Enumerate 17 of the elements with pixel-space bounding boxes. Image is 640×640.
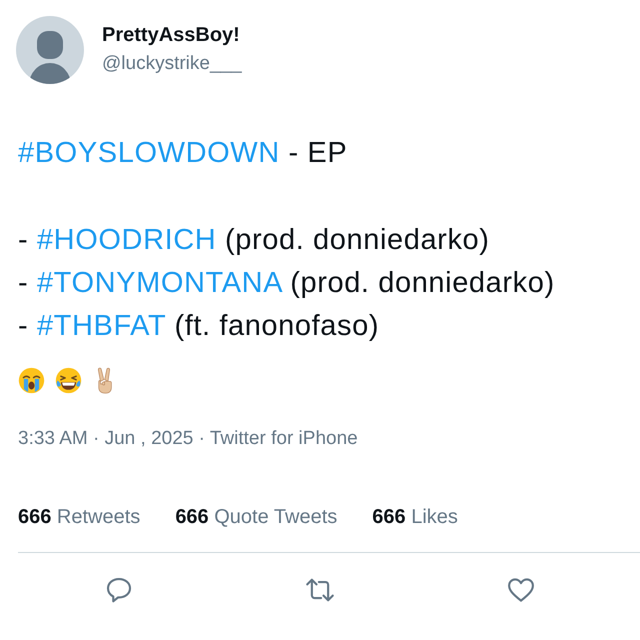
track-line: - #THBFAT (ft. fanonofaso) [18,309,380,344]
stat-link[interactable]: 666 Quote Tweets [175,504,338,530]
avatar-icon[interactable] [16,16,84,84]
laughing-tears-face-icon [55,367,82,394]
tweet-title: #BOYSLOWDOWN - EP [18,136,348,171]
hashtag-link[interactable]: #THBFAT [36,310,166,342]
stat-link[interactable]: 666 Retweets [18,504,140,530]
hashtag-link[interactable]: #BOYSLOWDOWN [18,137,280,169]
crying-face-icon [18,367,45,394]
track-line: - #HOODRICH (prod. donniedarko) [18,223,491,258]
tweet-timestamp: 3:33 AM · Jun , 2025 · Twitter for iPhone [18,427,359,451]
stat-link[interactable]: 666 Likes [372,504,458,530]
track-line: - #TONYMONTANA (prod. donniedarko) [18,266,556,301]
hashtag-link[interactable]: #HOODRICH [36,224,216,256]
author-handle[interactable]: @luckystrike___ [102,52,242,76]
hashtag-link[interactable]: #TONYMONTANA [36,267,282,299]
author-name[interactable]: PrettyAssBoy! [102,22,242,46]
